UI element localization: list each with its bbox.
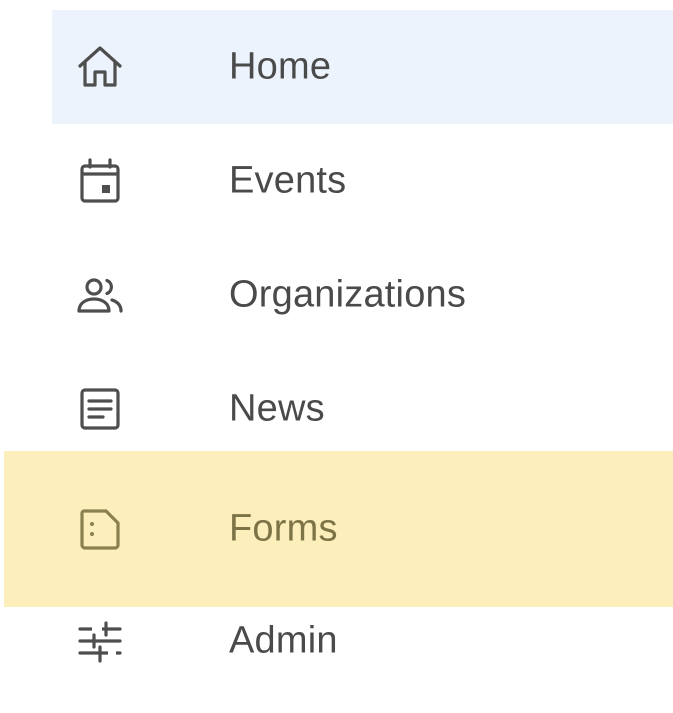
nav-item-label: Admin [229, 619, 338, 662]
article-icon [70, 379, 130, 439]
nav-item-label: Forms [229, 507, 338, 550]
form-icon [70, 499, 130, 559]
side-nav: Home Events Organizations News Forms Adm… [0, 0, 673, 713]
nav-item-organizations[interactable]: Organizations [52, 238, 673, 352]
nav-item-label: News [229, 387, 325, 430]
home-icon [70, 37, 130, 97]
calendar-icon [70, 151, 130, 211]
nav-item-home[interactable]: Home [52, 10, 673, 124]
nav-item-news[interactable]: News [52, 352, 673, 466]
nav-item-label: Events [229, 159, 347, 202]
nav-item-admin[interactable]: Admin [52, 584, 673, 698]
sliders-icon [70, 611, 130, 671]
nav-item-forms[interactable]: Forms [52, 472, 673, 586]
nav-item-label: Home [229, 45, 332, 88]
people-icon [70, 265, 130, 325]
nav-item-label: Organizations [229, 273, 467, 316]
nav-item-events[interactable]: Events [52, 124, 673, 238]
